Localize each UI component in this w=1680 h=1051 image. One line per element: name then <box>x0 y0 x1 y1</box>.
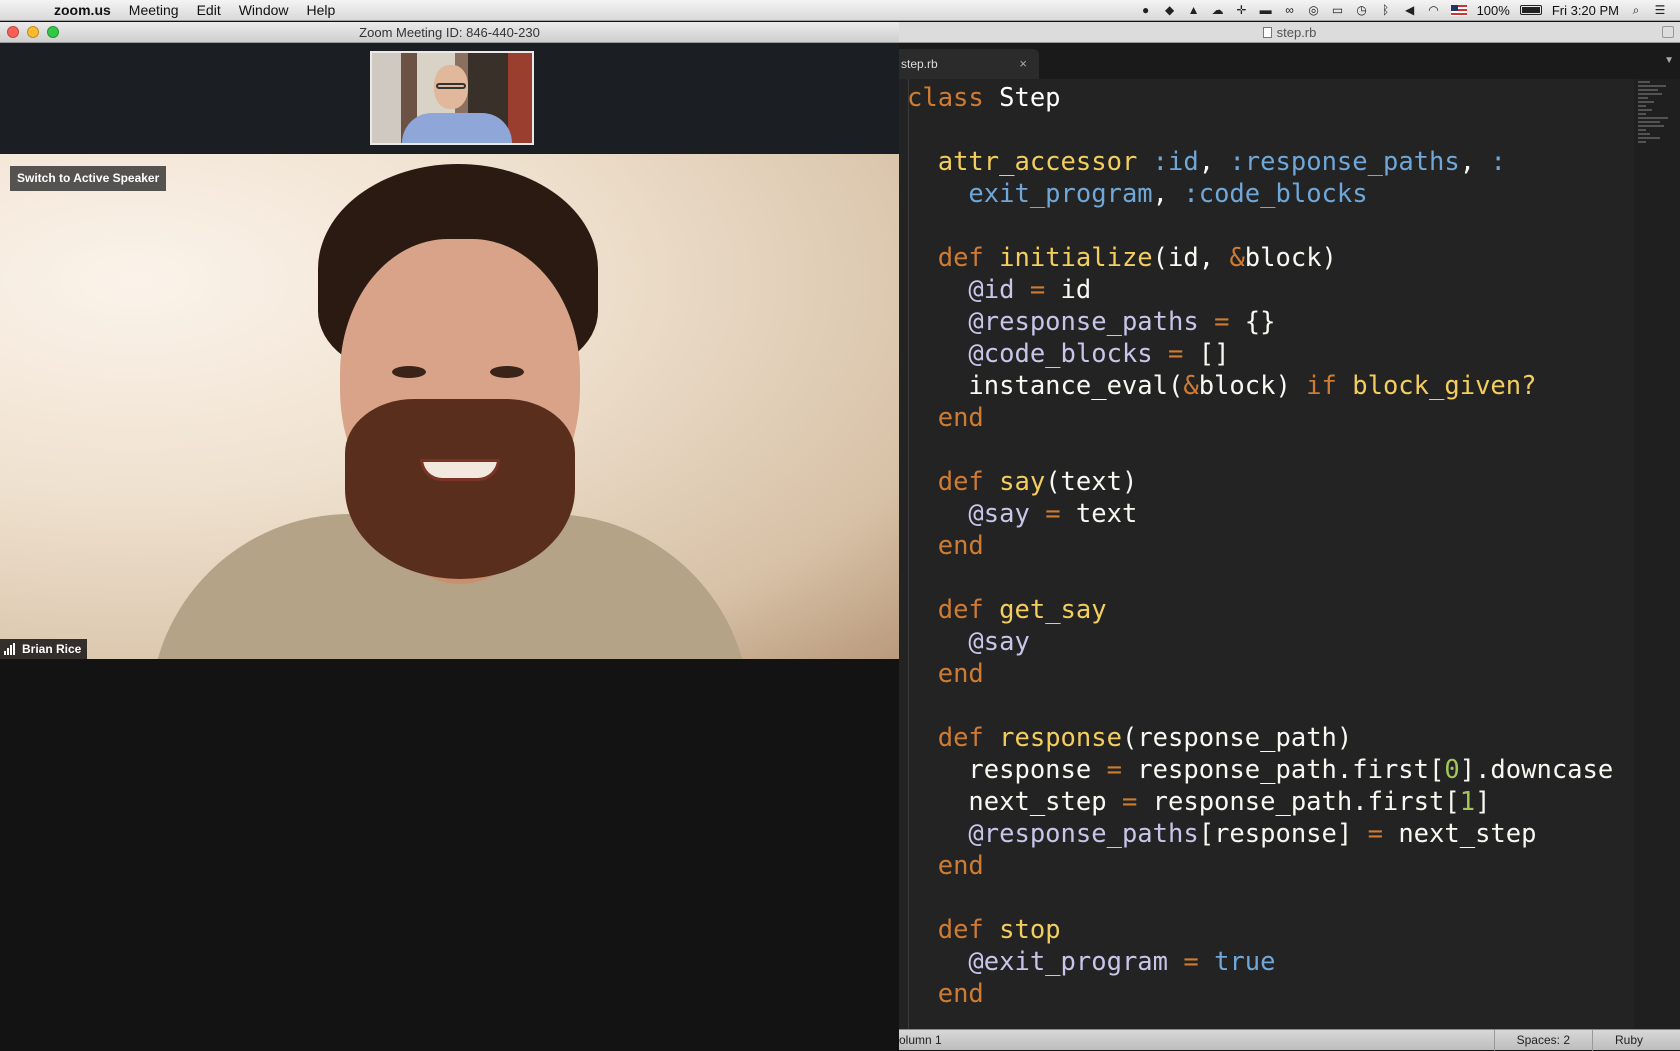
thumbnail-glasses <box>436 83 466 89</box>
notification-center-icon[interactable]: ☰ <box>1653 3 1667 17</box>
active-speaker-video[interactable]: Switch to Active Speaker Brian Rice <box>0 154 899 659</box>
syntax-selector[interactable]: Ruby <box>1592 1029 1680 1051</box>
menu-window[interactable]: Window <box>230 0 298 21</box>
editor-window-title: step.rb <box>1276 24 1317 40</box>
tab-overflow-icon[interactable]: ▼ <box>1664 55 1674 66</box>
signal-strength-icon <box>4 643 16 655</box>
menu-help[interactable]: Help <box>298 0 345 21</box>
cursor-position[interactable]: olumn 1 <box>899 1033 942 1047</box>
tab-bar: step.rb × ▼ <box>899 43 1680 79</box>
indentation-setting[interactable]: Spaces: 2 <box>1493 1029 1592 1051</box>
tab-label: step.rb <box>901 57 938 71</box>
zoom-window-title: Zoom Meeting ID: 846-440-230 <box>359 24 540 40</box>
wifi-icon[interactable]: ◠ <box>1427 3 1441 17</box>
circle-infinity-icon[interactable]: ◎ <box>1307 3 1321 17</box>
chat-icon[interactable]: ☁ <box>1211 3 1225 17</box>
switch-to-active-speaker-button[interactable]: Switch to Active Speaker <box>10 166 167 191</box>
clock[interactable]: Fri 3:20 PM <box>1552 3 1619 18</box>
menu-bar: zoom.us Meeting Edit Window Help ● ◆ ▲ ☁… <box>0 0 1680 21</box>
video-left-eye <box>392 366 426 378</box>
dash-icon[interactable]: ▬ <box>1259 3 1273 17</box>
menu-edit[interactable]: Edit <box>188 0 230 21</box>
tab-close-icon[interactable]: × <box>1019 56 1027 71</box>
time-machine-icon[interactable]: ◷ <box>1355 3 1369 17</box>
document-icon <box>1262 26 1272 38</box>
drive-icon[interactable]: ▲ <box>1187 3 1201 17</box>
self-video-thumbnail[interactable] <box>370 51 534 145</box>
menu-meeting[interactable]: Meeting <box>120 0 188 21</box>
record-icon[interactable]: ● <box>1139 3 1153 17</box>
status-menus: ● ◆ ▲ ☁ ✛ ▬ ∞ ◎ ▭ ◷ ᛒ ◀ ◠ 100% Fri 3:20 … <box>1134 0 1680 21</box>
battery-icon[interactable] <box>1519 5 1542 15</box>
fullscreen-icon[interactable] <box>1662 26 1674 38</box>
thumbnail-shirt <box>402 113 512 143</box>
code-text: class Step attr_accessor :id, :response_… <box>907 83 1614 1009</box>
speaker-name: Brian Rice <box>22 642 82 656</box>
status-bar: olumn 1 Spaces: 2 Ruby <box>899 1029 1680 1051</box>
editor-titlebar: step.rb <box>899 22 1680 43</box>
minimap[interactable] <box>1634 79 1680 1029</box>
zoom-titlebar: Zoom Meeting ID: 846-440-230 <box>0 22 899 43</box>
volume-icon[interactable]: ◀ <box>1403 3 1417 17</box>
thumbnail-strip <box>0 43 899 154</box>
code-editor[interactable]: class Step attr_accessor :id, :response_… <box>899 79 1634 1029</box>
speaker-name-tag: Brian Rice <box>0 639 88 659</box>
zoom-window: Zoom Meeting ID: 846-440-230 Switch to A… <box>0 22 899 1050</box>
video-mouth <box>420 459 500 481</box>
spotlight-search-icon[interactable]: ⌕ <box>1629 3 1643 17</box>
crosshair-icon[interactable]: ✛ <box>1235 3 1249 17</box>
video-beard <box>345 399 575 579</box>
dropbox-icon[interactable]: ◆ <box>1163 3 1177 17</box>
video-right-eye <box>490 366 524 378</box>
editor-window: step.rb step.rb × ▼ class Step attr_acce… <box>899 22 1680 1051</box>
menu-app-name[interactable]: zoom.us <box>42 0 120 21</box>
bluetooth-icon[interactable]: ᛒ <box>1379 3 1393 17</box>
battery-percent: 100% <box>1476 2 1510 18</box>
camera-icon[interactable]: ▭ <box>1331 3 1345 17</box>
infinity-icon[interactable]: ∞ <box>1283 3 1297 17</box>
us-flag-icon[interactable] <box>1450 4 1467 16</box>
tab-step-rb[interactable]: step.rb × <box>899 49 1039 79</box>
